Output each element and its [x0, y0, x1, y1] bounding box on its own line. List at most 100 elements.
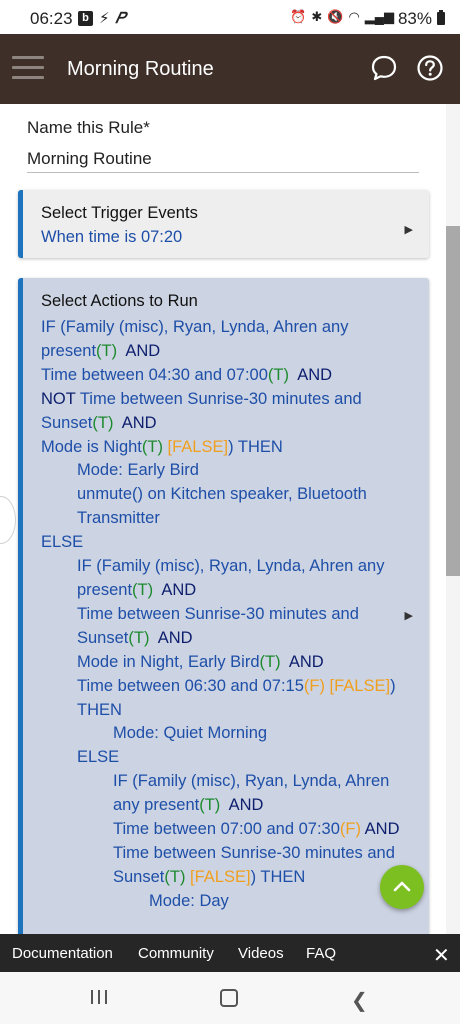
action-text: [FALSE]	[162, 437, 229, 456]
footer-bar: Documentation Community Videos FAQ ✕	[0, 934, 460, 972]
action-text: (T)	[141, 437, 163, 456]
action-text: Time between 06:30 and 07:15	[77, 676, 304, 695]
action-text: (T)	[164, 867, 186, 886]
action-text: Time between Sunrise-30 minutes and Suns…	[77, 604, 364, 647]
actions-card-title: Select Actions to Run	[41, 292, 198, 310]
mute-icon: 🔇	[327, 9, 344, 24]
action-line: NOT Time between Sunrise-30 minutes and …	[41, 388, 403, 436]
action-text: Mode is Night	[41, 437, 142, 456]
battery-icon	[437, 10, 445, 25]
help-circle-icon[interactable]	[416, 54, 444, 82]
hamburger-menu-icon[interactable]	[12, 56, 44, 80]
action-text: NOT	[41, 389, 80, 408]
action-line: IF (Family (misc), Ryan, Lynda, Ahren an…	[41, 316, 403, 364]
action-text: Mode: Quiet Morning	[113, 724, 268, 743]
action-line: Time between 06:30 and 07:15(F) [FALSE])…	[41, 675, 403, 723]
action-text: Time between 07:00 and 07:30	[113, 820, 340, 839]
action-text: Time between Sunrise-30 minutes and Suns…	[41, 389, 367, 432]
action-text: [FALSE]	[185, 867, 251, 886]
action-text: AND	[280, 652, 324, 671]
charging-bolt-icon: ⚡	[99, 10, 110, 27]
chat-bubble-icon[interactable]	[370, 54, 398, 82]
action-text: [FALSE]	[324, 676, 391, 695]
action-text: AND	[288, 365, 333, 384]
action-line: Time between 04:30 and 07:00(T) AND	[41, 364, 403, 388]
action-text: IF (Family (misc), Ryan, Lynda, Ahren an…	[41, 318, 354, 360]
action-line: Mode: Quiet Morning	[41, 722, 403, 746]
action-line: unmute() on Kitchen speaker, Bluetooth T…	[41, 483, 403, 531]
status-time: 06:23	[30, 9, 73, 28]
home-icon[interactable]	[220, 989, 238, 1007]
bluetooth-icon: ✱	[311, 9, 323, 24]
action-text: ) THEN	[250, 867, 306, 886]
action-text: (T)	[92, 413, 114, 432]
action-text: (T)	[267, 365, 289, 384]
action-text: (T)	[132, 580, 154, 599]
footer-link-community[interactable]: Community	[138, 945, 214, 962]
action-text: Mode: Early Bird	[77, 461, 199, 480]
scrollbar-thumb[interactable]	[446, 226, 460, 576]
action-line: Time between Sunrise-30 minutes and Suns…	[41, 603, 403, 651]
action-line: Mode in Night, Early Bird(T) AND	[41, 651, 403, 675]
action-text: AND	[149, 628, 193, 647]
action-text: AND	[153, 580, 197, 599]
action-text: ELSE	[77, 748, 120, 767]
action-text: Mode in Night, Early Bird	[77, 652, 260, 671]
action-text: unmute() on Kitchen speaker, Bluetooth T…	[77, 485, 372, 528]
action-text: AND	[113, 413, 157, 432]
actions-card[interactable]: Select Actions to Run IF (Family (misc),…	[18, 278, 429, 938]
trigger-card-title: Select Trigger Events	[41, 204, 198, 222]
action-text: (T)	[259, 652, 281, 671]
back-icon[interactable]: ❮	[351, 988, 368, 1013]
action-text: IF (Family (misc), Ryan, Lynda, Ahren an…	[77, 557, 390, 599]
system-nav-bar: ❮	[0, 972, 460, 1024]
actions-list: IF (Family (misc), Ryan, Lynda, Ahren an…	[41, 316, 403, 914]
action-text: (F)	[303, 676, 325, 695]
action-text: (F)	[339, 820, 361, 839]
action-line: IF (Family (misc), Ryan, Lynda, Ahren an…	[41, 555, 403, 603]
action-line: ELSE	[41, 746, 403, 770]
action-text: (T)	[199, 796, 221, 815]
edge-panel-handle[interactable]	[0, 496, 16, 544]
action-text: ) THEN	[228, 437, 283, 456]
action-text: (T)	[96, 341, 118, 360]
action-text: Time between 04:30 and 07:00	[41, 365, 268, 384]
action-line: Time between Sunrise-30 minutes and Suns…	[41, 842, 403, 890]
trigger-card-value: When time is 07:20	[41, 228, 183, 246]
chevron-up-icon	[393, 881, 411, 892]
action-text: ELSE	[41, 533, 84, 552]
action-text: AND	[360, 820, 400, 839]
close-icon[interactable]: ✕	[433, 943, 450, 968]
wifi-icon: ◠	[348, 9, 360, 24]
action-line: ELSE	[41, 531, 403, 555]
action-line: Mode is Night(T) [FALSE]) THEN	[41, 436, 403, 460]
app-bar: Morning Routine	[0, 34, 460, 104]
action-text: (T)	[128, 628, 150, 647]
app-notification-icon: b	[78, 10, 93, 26]
system-icons: ⏰ ✱ 🔇 ◠ ▂▄▆	[290, 9, 394, 25]
expand-arrow-icon: ▶	[404, 610, 413, 622]
action-line: Mode: Early Bird	[41, 459, 403, 483]
action-line: IF (Family (misc), Ryan, Lynda, Ahren an…	[41, 770, 403, 818]
footer-link-faq[interactable]: FAQ	[306, 945, 336, 962]
rule-name-label: Name this Rule*	[27, 118, 150, 137]
action-text: AND	[117, 341, 161, 360]
signal-icon: ▂▄▆	[364, 9, 394, 24]
expand-arrow-icon: ▶	[404, 224, 413, 236]
notification-icons: b ⚡ 𝑃	[78, 9, 125, 27]
status-bar: 06:23 b ⚡ 𝑃 ⏰ ✱ 🔇 ◠ ▂▄▆ 83%	[0, 0, 460, 34]
action-line: Mode: Day	[41, 890, 403, 914]
rule-name-input[interactable]	[27, 146, 419, 173]
recents-icon[interactable]	[91, 990, 109, 1004]
alarm-icon: ⏰	[290, 9, 307, 24]
footer-link-videos[interactable]: Videos	[238, 945, 284, 962]
pinterest-icon: 𝑃	[115, 9, 126, 27]
battery-percent: 83%	[397, 9, 432, 28]
footer-link-documentation[interactable]: Documentation	[12, 945, 113, 962]
scroll-to-top-button[interactable]	[380, 865, 424, 909]
trigger-events-card[interactable]: Select Trigger Events When time is 07:20…	[18, 190, 429, 258]
action-line: Time between 07:00 and 07:30(F) AND	[41, 818, 403, 842]
page-title: Morning Routine	[67, 58, 214, 80]
action-text: Mode: Day	[149, 891, 229, 910]
action-text: AND	[220, 796, 264, 815]
